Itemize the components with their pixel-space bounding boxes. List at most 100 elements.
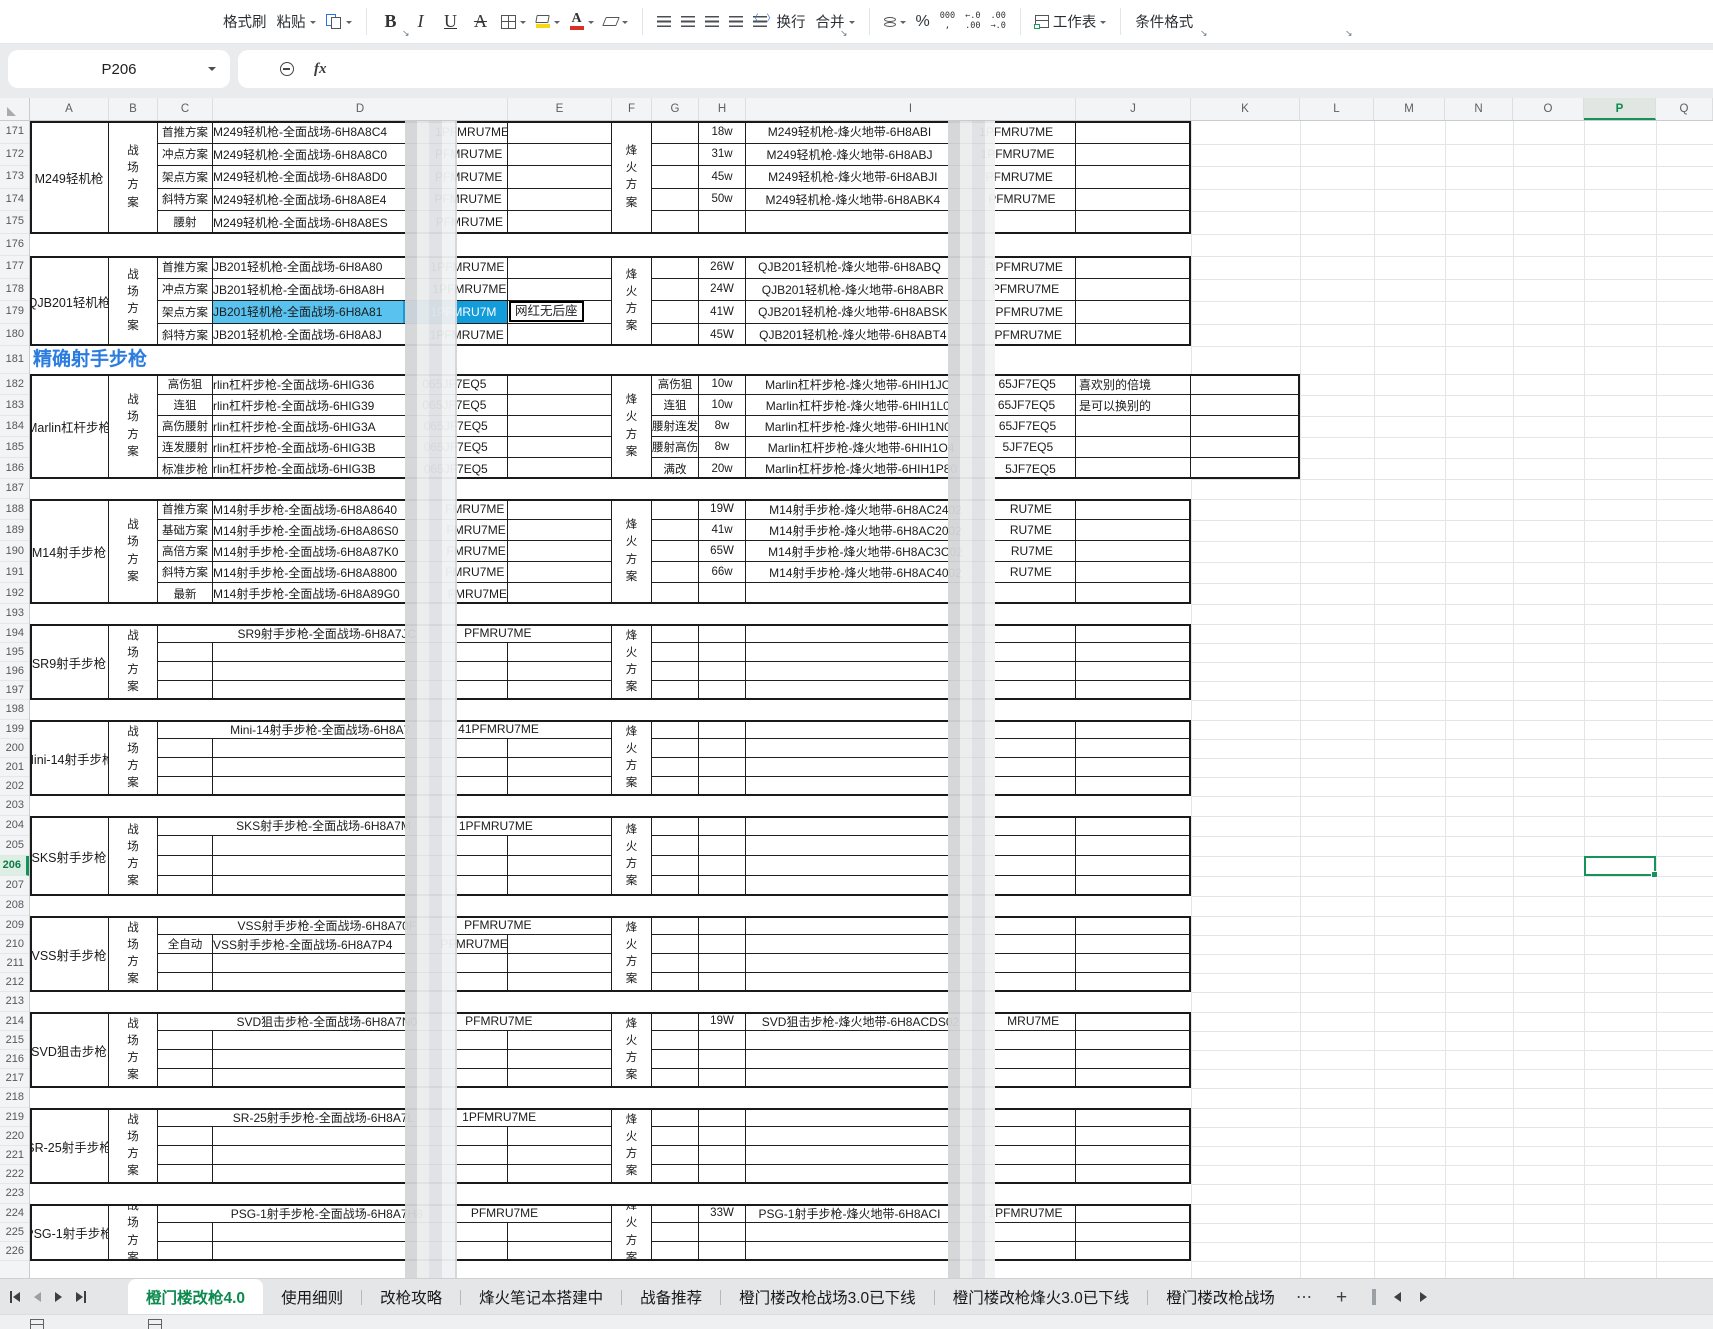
cell-plan-label[interactable]: 架点方案 bbox=[158, 301, 213, 324]
conditional-format-button[interactable]: 条件格式 bbox=[1130, 7, 1198, 36]
fire-plan-label-cell[interactable]: 烽 火 方 案 bbox=[612, 816, 652, 896]
cell-plan-label[interactable] bbox=[158, 876, 213, 896]
cell-build-code[interactable]: M14射手步枪-全面战场-6H8A87K0 FMRU7ME bbox=[213, 541, 508, 562]
cell-build-code[interactable]: JB201轻机枪-全面战场-6H8A8H 1PFMRU7ME bbox=[213, 278, 508, 301]
cell-price[interactable] bbox=[699, 1069, 746, 1088]
cell-build-code[interactable] bbox=[213, 1242, 508, 1261]
cell-fire-code[interactable] bbox=[746, 583, 1076, 604]
cell-fire-label[interactable] bbox=[652, 278, 699, 301]
cell-empty[interactable] bbox=[1191, 437, 1300, 458]
cell-plan-label[interactable] bbox=[158, 1050, 213, 1069]
cell-price[interactable] bbox=[699, 836, 746, 856]
cell-empty[interactable] bbox=[508, 662, 612, 681]
cell-plan-label[interactable]: 最新 bbox=[158, 583, 213, 604]
cell-empty[interactable] bbox=[508, 166, 612, 189]
name-box[interactable]: P206 bbox=[8, 50, 230, 88]
underline-button[interactable]: U bbox=[436, 7, 466, 36]
cell-fire-label[interactable] bbox=[652, 583, 699, 604]
battle-plan-label-cell[interactable]: 战 场 方 案 bbox=[109, 1012, 158, 1088]
cell-plan-label[interactable] bbox=[158, 739, 213, 758]
row-header-175[interactable]: 175 bbox=[0, 211, 29, 234]
row-header-184[interactable]: 184 bbox=[0, 416, 29, 437]
cell-price[interactable]: 41w bbox=[699, 520, 746, 541]
column-header-I[interactable]: I bbox=[746, 98, 1076, 120]
cell-empty[interactable] bbox=[508, 876, 612, 896]
row-header-223[interactable]: 223 bbox=[0, 1184, 29, 1204]
row-header-197[interactable]: 197 bbox=[0, 681, 29, 700]
cell-price[interactable] bbox=[699, 583, 746, 604]
cell-fire-label[interactable] bbox=[652, 1165, 699, 1184]
cell-plan-label[interactable] bbox=[158, 1223, 213, 1242]
cell-build-code[interactable]: rlin杠杆步枪-全面战场-6HIG36065JF7EQ5 bbox=[213, 374, 508, 395]
cell-note[interactable] bbox=[1076, 211, 1191, 234]
cell-empty[interactable] bbox=[508, 1069, 612, 1088]
cell-empty[interactable] bbox=[508, 278, 612, 301]
column-header-Q[interactable]: Q bbox=[1656, 98, 1713, 120]
cell-price[interactable]: 50w bbox=[699, 188, 746, 211]
row-header-196[interactable]: 196 bbox=[0, 662, 29, 681]
cell-plan-label[interactable] bbox=[158, 1069, 213, 1088]
cell-fire-label[interactable] bbox=[652, 935, 699, 954]
worksheet-button[interactable]: 工作表 bbox=[1030, 7, 1112, 36]
scroll-right-button[interactable] bbox=[1420, 1292, 1427, 1302]
column-header-H[interactable]: H bbox=[699, 98, 746, 120]
cell-fire-label[interactable] bbox=[652, 876, 699, 896]
cell-note[interactable] bbox=[1076, 720, 1191, 739]
cell-build-code[interactable]: M249轻机枪-全面战场-6H8A8C0 PFMRU7ME bbox=[213, 143, 508, 166]
row-header-174[interactable]: 174 bbox=[0, 189, 29, 211]
cell-note[interactable] bbox=[1076, 301, 1191, 324]
battle-plan-label-cell[interactable]: 战 场 方 案 bbox=[109, 916, 158, 992]
weapon-name-cell[interactable]: Mini-14射手步枪 bbox=[30, 720, 109, 796]
cell-price[interactable] bbox=[699, 681, 746, 700]
cell-build-code[interactable]: rlin杠杆步枪-全面战场-6HIG3B065JF7EQ5 bbox=[213, 437, 508, 458]
row-header-177[interactable]: 177 bbox=[0, 256, 29, 279]
copy-button[interactable] bbox=[321, 10, 357, 34]
cell-fire-code[interactable]: QJB201轻机枪-烽火地带-6H8ABSK PFMRU7ME bbox=[746, 301, 1076, 324]
cell-fire-label[interactable] bbox=[652, 816, 699, 836]
cell-price[interactable] bbox=[699, 1165, 746, 1184]
sheet-tab-2[interactable]: 使用细则 bbox=[263, 1279, 361, 1315]
strikethrough-button[interactable]: A bbox=[466, 7, 496, 36]
cell-plan-label[interactable] bbox=[158, 1031, 213, 1050]
cell-build-code[interactable]: rlin杠杆步枪-全面战场-6HIG3B065JF7EQ5 bbox=[213, 458, 508, 479]
cell-note[interactable] bbox=[1076, 624, 1191, 643]
cell-empty[interactable] bbox=[508, 499, 612, 520]
column-header-F[interactable]: F bbox=[612, 98, 652, 120]
cell-fire-code[interactable] bbox=[746, 856, 1076, 876]
cell-plan-label[interactable] bbox=[158, 758, 213, 777]
cell-fire-label[interactable] bbox=[652, 856, 699, 876]
cell-merged-battle[interactable]: SR-25射手步枪-全面战场-6H8A7L 1PFMRU7ME bbox=[158, 1108, 612, 1127]
cell-note[interactable] bbox=[1076, 416, 1191, 437]
cell-price[interactable]: 8w bbox=[699, 416, 746, 437]
cell-price[interactable]: 31w bbox=[699, 143, 746, 166]
cell-fire-label[interactable] bbox=[652, 643, 699, 662]
cell-build-code[interactable]: M14射手步枪-全面战场-6H8A86S0 FMRU7ME bbox=[213, 520, 508, 541]
cell-fire-label[interactable] bbox=[652, 681, 699, 700]
cell-fire-label[interactable]: 腰射高伤 bbox=[652, 437, 699, 458]
column-header-P[interactable]: P bbox=[1584, 98, 1656, 120]
weapon-name-cell[interactable]: SR9射手步枪 bbox=[30, 624, 109, 700]
row-header-202[interactable]: 202 bbox=[0, 777, 29, 796]
cell-fire-label[interactable] bbox=[652, 954, 699, 973]
cell-note[interactable] bbox=[1076, 1165, 1191, 1184]
row-header-218[interactable]: 218 bbox=[0, 1088, 29, 1108]
cell-plan-label[interactable] bbox=[158, 836, 213, 856]
fill-handle[interactable] bbox=[1651, 871, 1658, 878]
row-header-206[interactable]: 206 bbox=[0, 856, 29, 876]
cell-fire-label[interactable] bbox=[652, 624, 699, 643]
cell-fire-code[interactable] bbox=[746, 1146, 1076, 1165]
column-header-N[interactable]: N bbox=[1445, 98, 1513, 120]
cell-build-code[interactable] bbox=[213, 643, 508, 662]
cell-fire-label[interactable] bbox=[652, 1069, 699, 1088]
weapon-name-cell[interactable]: SVD狙击步枪 bbox=[30, 1012, 109, 1088]
cell-fire-label[interactable]: 腰射连发 bbox=[652, 416, 699, 437]
cell-fire-label[interactable] bbox=[652, 758, 699, 777]
fire-plan-label-cell[interactable]: 烽 火 方 案 bbox=[612, 121, 652, 234]
cell-empty[interactable] bbox=[508, 1127, 612, 1146]
cell-note[interactable] bbox=[1076, 643, 1191, 662]
row-header-217[interactable]: 217 bbox=[0, 1069, 29, 1088]
cell-build-code[interactable] bbox=[213, 758, 508, 777]
battle-plan-label-cell[interactable]: 战 场 方 案 bbox=[109, 1204, 158, 1261]
row-header-200[interactable]: 200 bbox=[0, 739, 29, 758]
cell-price[interactable]: 19W bbox=[699, 1012, 746, 1031]
